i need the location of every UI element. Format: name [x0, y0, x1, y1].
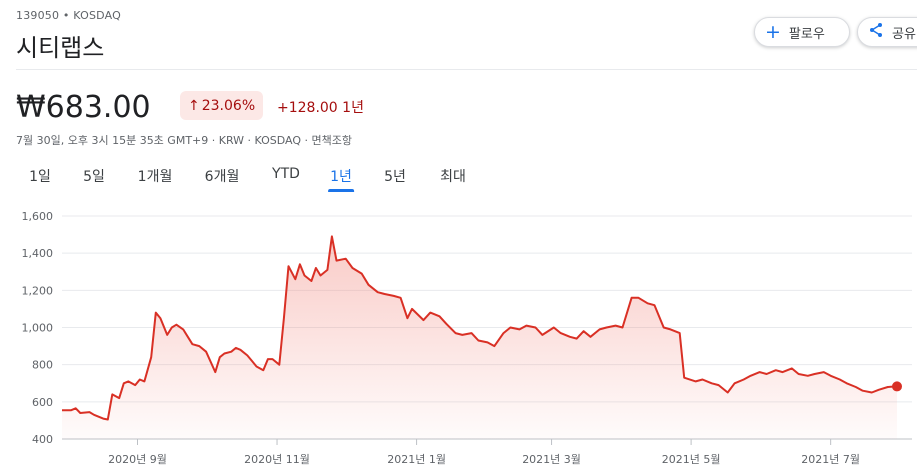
share-icon — [868, 22, 884, 42]
x-tick-label: 2021년 5월 — [662, 453, 721, 466]
follow-label: 팔로우 — [788, 26, 825, 42]
follow-button[interactable]: + 팔로우 — [754, 17, 850, 47]
y-tick-label: 1,600 — [22, 210, 54, 223]
range-tabs: 1일 5일 1개월 6개월 YTD 1년 5년 최대 — [0, 160, 917, 192]
tab-1y[interactable]: 1년 — [328, 166, 354, 192]
tab-5y[interactable]: 5년 — [384, 166, 406, 186]
tab-ytd[interactable]: YTD — [272, 166, 300, 182]
last-price-dot — [892, 381, 902, 392]
x-tick-label: 2020년 11월 — [244, 453, 310, 466]
quote-meta: 7월 30일, 오후 3시 15분 35초 GMT+9 · KRW · KOSD… — [16, 134, 353, 147]
x-tick-label: 2020년 9월 — [108, 453, 167, 466]
ticker-symbol: 139050 • KOSDAQ — [16, 9, 121, 22]
plus-icon: + — [765, 20, 781, 43]
x-tick-label: 2021년 3월 — [522, 453, 581, 466]
y-tick-label: 1,200 — [22, 284, 54, 297]
price-chart[interactable]: 400 600 800 1,000 1,200 1,400 1,600 2020년 9월 20… — [0, 195, 917, 472]
y-tick-label: 1,000 — [22, 322, 54, 335]
header-divider — [16, 69, 917, 70]
y-tick-label: 400 — [32, 433, 53, 446]
tab-max[interactable]: 최대 — [440, 166, 466, 186]
company-name: 시티랩스 — [16, 34, 105, 62]
share-button[interactable]: 공유 — [857, 17, 917, 47]
change-absolute: +128.00 1년 — [277, 100, 364, 116]
current-price: ₩683.00 — [16, 90, 151, 125]
arrow-up-icon: ↑ — [188, 97, 200, 114]
tab-1m[interactable]: 1개월 — [138, 166, 173, 186]
y-tick-label: 600 — [32, 396, 53, 409]
x-tick-label: 2021년 1월 — [387, 453, 446, 466]
tab-5d[interactable]: 5일 — [83, 166, 105, 186]
tab-1d[interactable]: 1일 — [29, 166, 51, 186]
change-percent-badge: ↑ 23.06% — [180, 91, 264, 120]
y-tick-label: 800 — [32, 359, 53, 372]
change-percent: 23.06% — [201, 97, 256, 114]
tab-6m[interactable]: 6개월 — [205, 166, 240, 186]
share-label: 공유 — [892, 26, 916, 42]
x-tick-label: 2021년 7월 — [801, 453, 860, 466]
y-tick-label: 1,400 — [22, 247, 54, 260]
